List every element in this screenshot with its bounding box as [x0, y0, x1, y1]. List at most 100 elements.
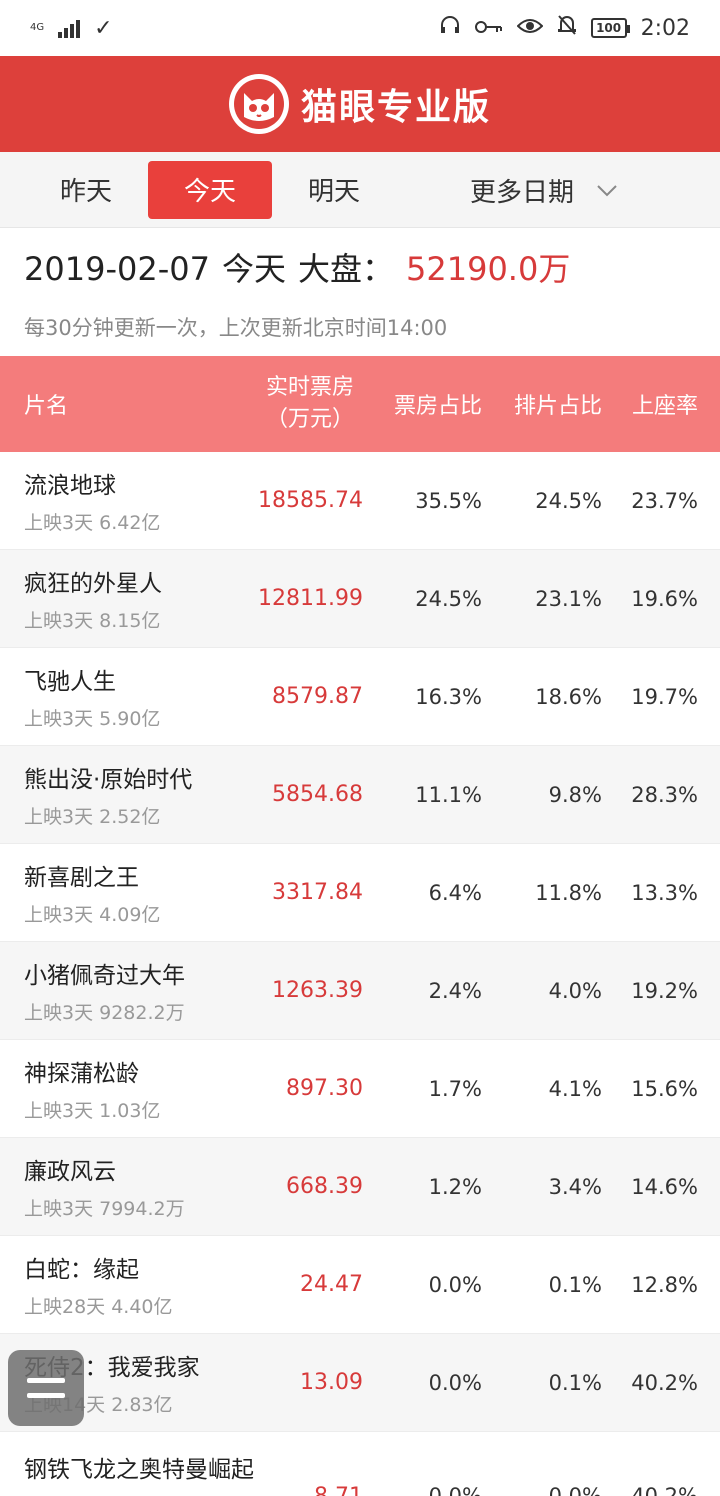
screen-share-value: 3.4% [548, 1174, 602, 1199]
box-office-value: 3317.84 [272, 880, 363, 905]
movie-title: 熊出没·原始时代 [24, 767, 193, 793]
maoyan-cat-logo-icon [228, 74, 289, 134]
bo-share-value: 0.0% [428, 1272, 482, 1297]
header-seat-rate: 上座率 [631, 394, 698, 419]
box-office-value: 24.47 [300, 1272, 363, 1297]
movie-title: 廉政风云 [24, 1159, 116, 1185]
tab-tomorrow[interactable]: 明天 [272, 161, 396, 219]
table-row[interactable]: 熊出没·原始时代 上映3天 2.52亿 5854.68 11.1% 9.8% 2… [0, 746, 720, 844]
seat-rate-value: 23.7% [631, 488, 698, 513]
table-row[interactable]: 疯狂的外星人 上映3天 8.15亿 12811.99 24.5% 23.1% 1… [0, 550, 720, 648]
screen-share-value: 24.5% [535, 488, 602, 513]
movie-title: 新喜剧之王 [24, 865, 139, 891]
table-row[interactable]: 白蛇：缘起 上映28天 4.40亿 24.47 0.0% 0.1% 12.8% [0, 1236, 720, 1334]
box-office-value: 18585.74 [258, 488, 363, 513]
box-office-value: 1263.39 [272, 978, 363, 1003]
movie-release-info: 上映3天 7994.2万 [24, 1198, 185, 1220]
movie-release-info: 上映3天 4.09亿 [24, 904, 161, 926]
bo-share-value: 2.4% [428, 978, 482, 1003]
header-screen-share: 排片占比 [513, 394, 602, 419]
seat-rate-value: 13.3% [631, 880, 698, 905]
bo-share-value: 0.0% [428, 1484, 482, 1496]
network-type: 4G [30, 22, 45, 33]
row-name-cell: 飞驰人生 上映3天 5.90亿 [0, 662, 250, 731]
row-name-cell: 白蛇：缘起 上映28天 4.40亿 [0, 1250, 250, 1319]
table-row[interactable]: 流浪地球 上映3天 6.42亿 18585.74 35.5% 24.5% 23.… [0, 452, 720, 550]
seat-rate-value: 40.2% [631, 1484, 698, 1496]
movie-title: 流浪地球 [24, 473, 116, 499]
check-icon: ✓ [94, 15, 113, 41]
app-title: 猫眼专业版 [300, 87, 491, 128]
bo-share-value: 1.7% [428, 1076, 482, 1101]
summary-section: 2019-02-07 今天 大盘： 52190.0万 每30分钟更新一次，上次更… [0, 228, 720, 356]
bo-share-value: 35.5% [415, 488, 482, 513]
movie-title: 飞驰人生 [24, 669, 116, 695]
bo-share-value: 1.2% [428, 1174, 482, 1199]
table-row[interactable]: 钢铁飞龙之奥特曼崛起 8.71 0.0% 0.0% 40.2% [0, 1432, 720, 1496]
chevron-down-icon [596, 175, 618, 205]
row-name-cell: 疯狂的外星人 上映3天 8.15亿 [0, 564, 250, 633]
table-row[interactable]: 死侍2：我爱我家 上映14天 2.83亿 13.09 0.0% 0.1% 40.… [0, 1334, 720, 1432]
movie-release-info: 上映3天 8.15亿 [24, 610, 161, 632]
clock: 2:02 [640, 15, 690, 41]
movie-title: 疯狂的外星人 [24, 571, 162, 597]
movie-release-info: 上映3天 1.03亿 [24, 1100, 161, 1122]
more-dates-label: 更多日期 [470, 177, 575, 208]
row-name-cell: 廉政风云 上映3天 7994.2万 [0, 1152, 250, 1221]
date-tabs: 昨天 今天 明天 更多日期 [0, 152, 720, 228]
seat-rate-value: 14.6% [631, 1174, 698, 1199]
screen-share-value: 9.8% [548, 782, 602, 807]
screen-share-value: 4.1% [548, 1076, 602, 1101]
table-row[interactable]: 廉政风云 上映3天 7994.2万 668.39 1.2% 3.4% 14.6% [0, 1138, 720, 1236]
screen-share-value: 0.0% [548, 1484, 602, 1496]
movie-title: 神探蒲松龄 [24, 1061, 139, 1087]
movie-release-info: 上映3天 6.42亿 [24, 512, 161, 534]
eye-icon [516, 16, 544, 41]
table-header: 片名 实时票房 （万元） 票房占比 排片占比 上座率 [0, 356, 720, 452]
row-name-cell: 神探蒲松龄 上映3天 1.03亿 [0, 1054, 250, 1123]
movie-release-info: 上映3天 2.52亿 [24, 806, 161, 828]
box-office-value: 668.39 [286, 1174, 363, 1199]
summary-total-line: 2019-02-07 今天 大盘： 52190.0万 [24, 244, 696, 290]
table-row[interactable]: 神探蒲松龄 上映3天 1.03亿 897.30 1.7% 4.1% 15.6% [0, 1040, 720, 1138]
mute-bell-icon [557, 14, 577, 42]
movie-release-info: 上映28天 4.40亿 [24, 1296, 173, 1318]
bo-share-value: 16.3% [415, 684, 482, 709]
box-office-value: 8.71 [250, 1484, 363, 1496]
screen-share-value: 0.1% [548, 1370, 602, 1395]
movie-title: 白蛇：缘起 [24, 1257, 139, 1283]
table-row[interactable]: 小猪佩奇过大年 上映3天 9282.2万 1263.39 2.4% 4.0% 1… [0, 942, 720, 1040]
movie-title: 小猪佩奇过大年 [24, 963, 185, 989]
bo-share-value: 0.0% [428, 1370, 482, 1395]
table-row[interactable]: 新喜剧之王 上映3天 4.09亿 3317.84 6.4% 11.8% 13.3… [0, 844, 720, 942]
screen-share-value: 0.1% [548, 1272, 602, 1297]
box-office-value: 897.30 [286, 1076, 363, 1101]
screen-share-value: 18.6% [535, 684, 602, 709]
row-name-cell: 流浪地球 上映3天 6.42亿 [0, 466, 250, 535]
summary-today: 今天 [221, 250, 286, 288]
tab-today[interactable]: 今天 [148, 160, 272, 219]
movie-title: 钢铁飞龙之奥特曼崛起 [24, 1457, 254, 1483]
more-dates-dropdown[interactable]: 更多日期 [470, 152, 618, 228]
signal-icon [58, 18, 81, 38]
table-row[interactable]: 飞驰人生 上映3天 5.90亿 8579.87 16.3% 18.6% 19.7… [0, 648, 720, 746]
headset-icon [439, 14, 461, 42]
screen-share-value: 11.8% [535, 880, 602, 905]
row-name-cell: 钢铁飞龙之奥特曼崛起 [0, 1450, 254, 1484]
screen-share-value: 23.1% [535, 586, 602, 611]
battery-icon: 100 [590, 18, 630, 38]
floating-menu-button[interactable] [8, 1350, 84, 1426]
summary-total-label: 大盘： [297, 250, 394, 288]
key-icon [474, 16, 503, 41]
tab-yesterday[interactable]: 昨天 [24, 161, 148, 219]
header-movie-name: 片名 [24, 394, 69, 419]
header-box-office-line1: 实时票房 [265, 375, 354, 400]
movie-release-info: 上映3天 9282.2万 [24, 1002, 185, 1024]
summary-date: 2019-02-07 [24, 250, 210, 288]
app-header: 猫眼专业版 [0, 56, 720, 152]
bo-share-value: 11.1% [415, 782, 482, 807]
box-office-value: 8579.87 [272, 684, 363, 709]
box-office-value: 12811.99 [258, 586, 363, 611]
seat-rate-value: 28.3% [631, 782, 698, 807]
movie-table: 流浪地球 上映3天 6.42亿 18585.74 35.5% 24.5% 23.… [0, 452, 720, 1496]
